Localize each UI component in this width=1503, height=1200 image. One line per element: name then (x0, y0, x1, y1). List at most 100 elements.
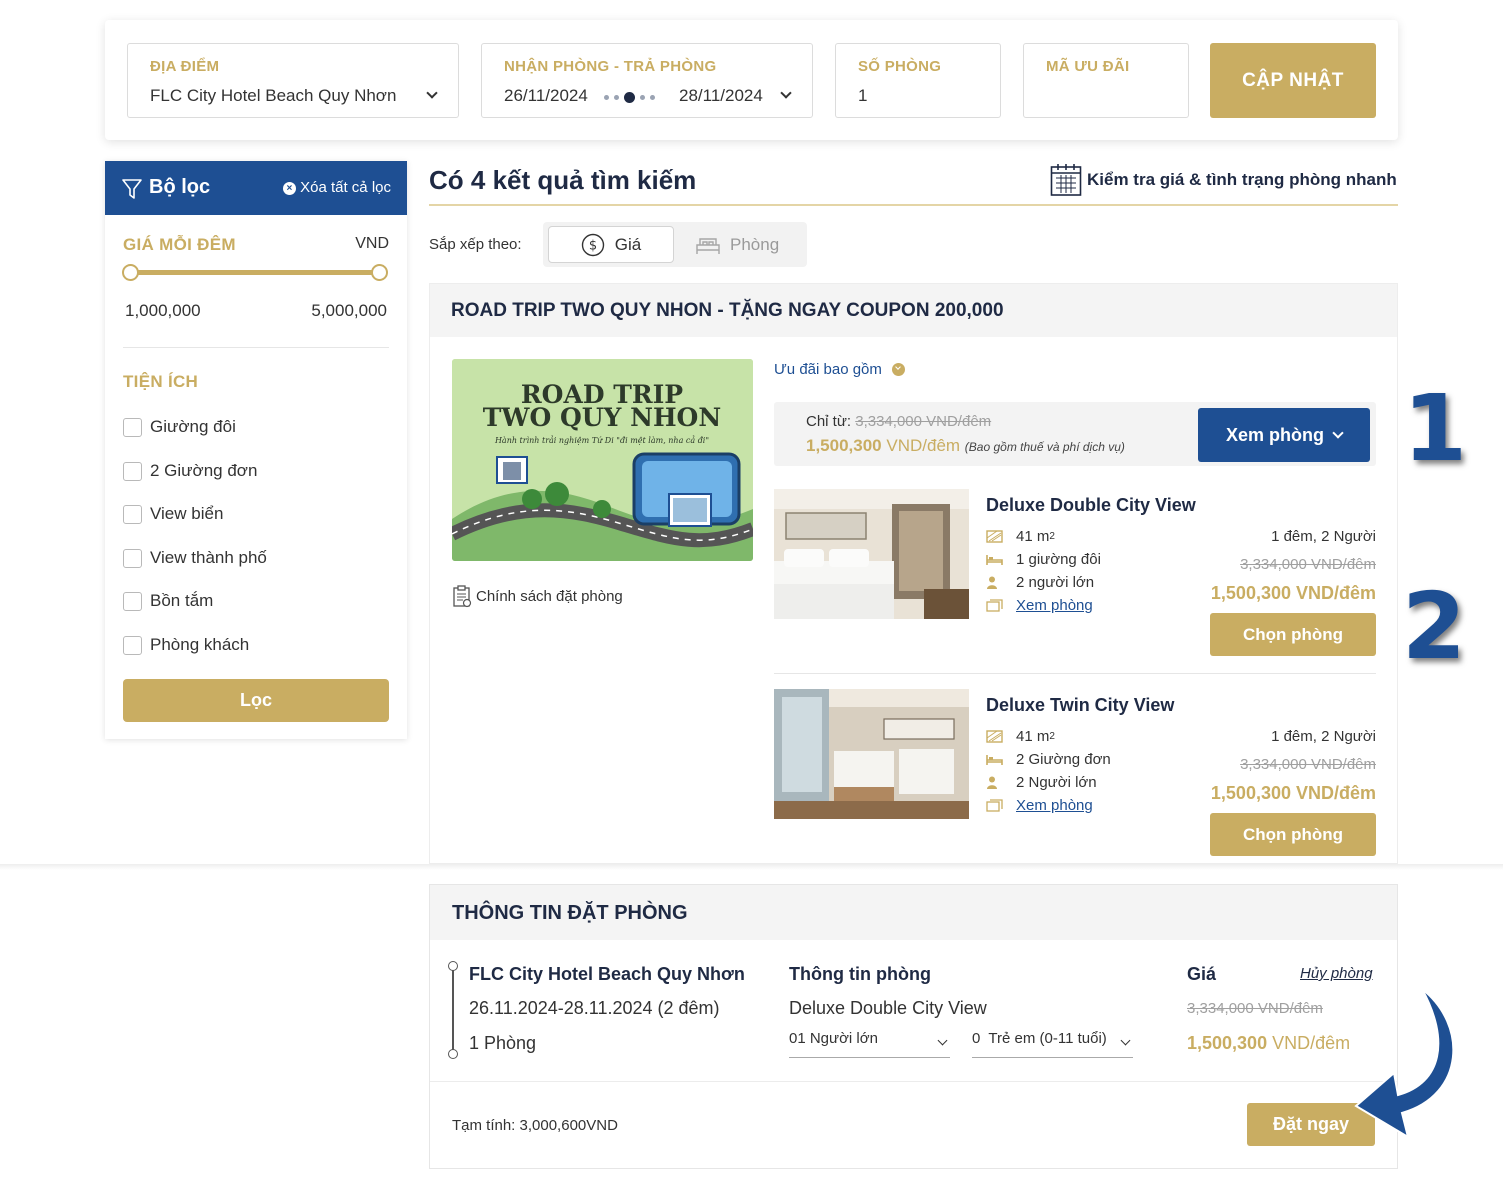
checkbox[interactable] (123, 417, 142, 437)
booking-policy-link[interactable]: Chính sách đặt phòng (452, 584, 623, 608)
view-room-link[interactable]: Xem phòng (1016, 597, 1093, 614)
timeline-line (452, 965, 454, 1055)
rooms-field[interactable]: SỐ PHÒNG 1 (835, 43, 1001, 118)
booking-new-unit: VND/đêm (1272, 1033, 1351, 1053)
amenity-bathtub[interactable]: Bồn tắm (123, 591, 213, 611)
room-view-row: Xem phòng (986, 597, 1093, 614)
promo-image[interactable]: ROAD TRIP TWO QUY NHON Hành trình trải n… (452, 359, 753, 561)
booking-old-price: 3,334,000 VND/đêm (1187, 1000, 1323, 1017)
price-slider-track[interactable] (130, 270, 380, 275)
room-bed-value: 1 giường đôi (1016, 551, 1101, 568)
gallery-icon (986, 799, 1003, 812)
room-area: 41 m2 (986, 528, 1055, 545)
rooms-value: 1 (858, 86, 868, 105)
choose-room-button[interactable]: Chọn phòng (1210, 813, 1376, 856)
filter-button[interactable]: Lọc (123, 679, 389, 722)
promo-illustration: ROAD TRIP TWO QUY NHON Hành trình trải n… (452, 359, 753, 561)
view-rooms-label: Xem phòng (1226, 424, 1324, 445)
room-card: Deluxe Double City View 41 m2 1 giường đ… (774, 489, 1376, 659)
room-bed: 1 giường đôi (986, 551, 1101, 568)
cancel-room-link[interactable]: Hủy phòng (1300, 965, 1373, 982)
timeline-dot (448, 961, 458, 971)
room-photo-twin (774, 689, 969, 819)
amenity-double-bed[interactable]: Giường đôi (123, 417, 236, 437)
sort-by-room-button[interactable]: Phòng (695, 226, 779, 263)
checkbox[interactable] (123, 504, 142, 524)
amenity-twin-beds[interactable]: 2 Giường đơn (123, 461, 257, 481)
price-label: GIÁ MỖI ĐÊM (123, 235, 236, 254)
offer-includes-label: Ưu đãi bao gồm (774, 361, 882, 378)
divider (774, 673, 1376, 674)
sort-toggle: $ Giá Phòng (543, 222, 807, 267)
rooms-label: SỐ PHÒNG (858, 58, 942, 75)
booking-dates: 26.11.2024-28.11.2024 (2 đêm) (469, 998, 720, 1018)
date-range-dots-icon (604, 92, 655, 103)
close-circle-icon: × (282, 182, 296, 195)
search-bar: ĐỊA ĐIỂM FLC City Hotel Beach Quy Nhơn N… (105, 20, 1398, 140)
amenity-sea-view[interactable]: View biển (123, 504, 223, 524)
amenity-city-view[interactable]: View thành phố (123, 548, 267, 568)
room-guests: 2 người lớn (986, 574, 1094, 591)
offer-header: ROAD TRIP TWO QUY NHON - TẶNG NGAY COUPO… (430, 284, 1397, 337)
room-guests-value: 2 người lớn (1016, 574, 1095, 591)
tax-note: (Bao gồm thuế và phí dịch vụ) (964, 440, 1125, 454)
room-card: Deluxe Twin City View 41 m2 2 Giường đơn… (774, 689, 1376, 859)
view-rooms-button[interactable]: Xem phòng (1198, 408, 1370, 462)
checkbox[interactable] (123, 591, 142, 611)
quick-check-link[interactable]: Kiểm tra giá & tình trạng phòng nhanh (1050, 163, 1397, 197)
promo-code-field[interactable]: MÃ ƯU ĐÃI (1023, 43, 1189, 118)
clear-filters-link[interactable]: × Xóa tất cả lọc (282, 179, 391, 196)
location-label: ĐỊA ĐIỂM (150, 58, 220, 75)
dollar-circle-icon: $ (581, 233, 604, 256)
room-area-value: 41 m (1016, 728, 1050, 745)
offer-includes-toggle[interactable]: Ưu đãi bao gồm (774, 361, 905, 378)
view-room-link[interactable]: Xem phòng (1016, 797, 1093, 814)
bed-icon (696, 237, 720, 254)
sort-label: Sắp xếp theo: (429, 236, 522, 253)
checkbox[interactable] (123, 461, 142, 481)
price-max-handle[interactable] (371, 264, 388, 281)
checkbox[interactable] (123, 635, 142, 655)
room-photo[interactable] (774, 489, 969, 619)
room-info-title: Thông tin phòng (789, 964, 931, 984)
update-button[interactable]: CẬP NHẬT (1210, 43, 1376, 118)
divider (123, 347, 389, 348)
divider (429, 204, 1398, 206)
choose-room-button[interactable]: Chọn phòng (1210, 613, 1376, 656)
section-divider (0, 864, 1503, 870)
sort-by-price-button[interactable]: $ Giá (548, 226, 674, 263)
room-view-row: Xem phòng (986, 797, 1093, 814)
location-value: FLC City Hotel Beach Quy Nhơn (150, 86, 397, 105)
amenity-living-room[interactable]: Phòng khách (123, 635, 249, 655)
children-select[interactable]: 0 Trẻ em (0-11 tuổi) (972, 1030, 1133, 1058)
children-value: 0 Trẻ em (0-11 tuổi) (972, 1030, 1107, 1047)
from-label: Chỉ từ: (806, 413, 852, 430)
svg-text:$: $ (589, 238, 597, 253)
booking-rooms: 1 Phòng (469, 1033, 537, 1053)
price-max-value: 5,000,000 (311, 301, 387, 320)
chevron-down-icon (1332, 427, 1344, 439)
quick-check-label: Kiểm tra giá & tình trạng phòng nhanh (1087, 170, 1397, 189)
date-range-field[interactable]: NHẬN PHÒNG - TRẢ PHÒNG 26/11/2024 28/11/… (481, 43, 813, 118)
booking-new-amount: 1,500,300 (1187, 1033, 1268, 1053)
nights-guests: 1 đêm, 2 Người (1271, 528, 1376, 545)
from-new-price: 1,500,300 VND/đêm (Bao gồm thuế và phí d… (806, 436, 1125, 456)
room-bed: 2 Giường đơn (986, 751, 1111, 768)
amenity-label: Bồn tắm (150, 591, 214, 610)
chevron-down-icon (937, 1035, 948, 1046)
step-1-marker: 1 (1400, 373, 1469, 485)
room-photo[interactable] (774, 689, 969, 819)
adults-select[interactable]: 01 Người lớn (789, 1030, 950, 1058)
booking-policy-label: Chính sách đặt phòng (476, 587, 623, 605)
area-icon (986, 730, 1003, 743)
checkbox[interactable] (123, 548, 142, 568)
booking-hotel: FLC City Hotel Beach Quy Nhơn (469, 964, 745, 984)
adults-value: 01 Người lớn (789, 1030, 878, 1047)
promo-label: MÃ ƯU ĐÃI (1046, 58, 1130, 75)
amenity-label: Giường đôi (150, 417, 236, 436)
room-guests-value: 2 Người lớn (1016, 774, 1097, 791)
booking-header: THÔNG TIN ĐẶT PHÒNG (430, 885, 1397, 940)
price-min-handle[interactable] (122, 264, 139, 281)
location-field[interactable]: ĐỊA ĐIỂM FLC City Hotel Beach Quy Nhơn (127, 43, 459, 118)
filter-header: Bộ lọc × Xóa tất cả lọc (105, 161, 407, 215)
